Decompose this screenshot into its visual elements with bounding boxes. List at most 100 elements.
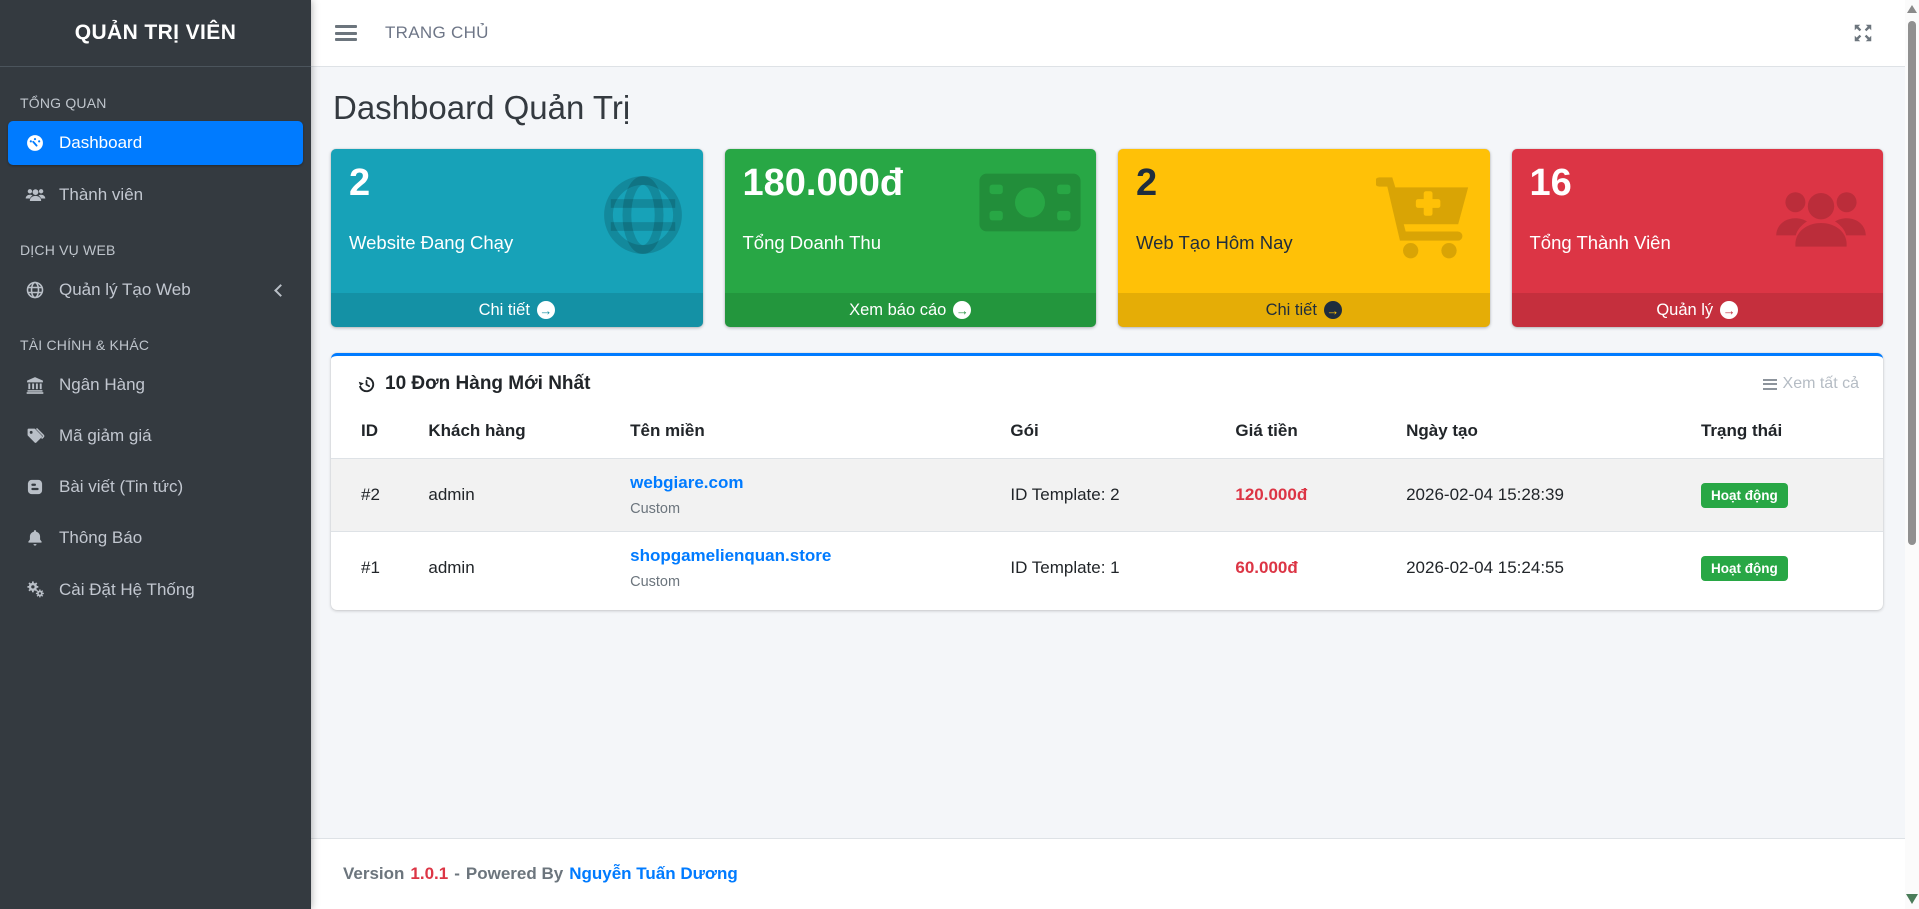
users-icon [1773, 169, 1869, 270]
stat-card-revenue: 180.000đ Tổng Doanh Thu Xem báo cáo → [725, 149, 1097, 327]
domain-link[interactable]: shopgamelienquan.store [630, 546, 831, 565]
stat-card-link[interactable]: Quản lý → [1512, 293, 1884, 327]
sidebar-item-label: Quản lý Tạo Web [59, 280, 191, 300]
sidebar-item-notifications[interactable]: Thông Báo [8, 516, 303, 560]
sidebar-item-label: Mã giảm giá [59, 426, 152, 446]
history-icon [357, 375, 376, 394]
order-customer: admin [416, 532, 618, 605]
col-customer: Khách hàng [416, 407, 618, 459]
view-all-link[interactable]: Xem tất cả [1763, 375, 1859, 393]
orders-panel: 10 Đơn Hàng Mới Nhất Xem tất cả ID K [331, 353, 1883, 610]
col-created: Ngày tạo [1394, 407, 1689, 459]
separator: - [454, 864, 460, 884]
sidebar-item-coupons[interactable]: Mã giảm giá [8, 414, 303, 458]
sidebar-item-dashboard[interactable]: Dashboard [8, 121, 303, 165]
cart-plus-icon [1376, 169, 1476, 266]
stat-link-label: Xem báo cáo [849, 301, 946, 320]
col-status: Trạng thái [1689, 407, 1883, 459]
scroll-up-arrow-icon[interactable] [1907, 5, 1917, 13]
sidebar-item-label: Thành viên [59, 185, 143, 205]
nav-section-overview: TỔNG QUAN [8, 77, 303, 121]
version-number: 1.0.1 [410, 864, 448, 884]
domain-type: Custom [630, 574, 986, 590]
stat-card-link[interactable]: Chi tiết → [1118, 293, 1490, 327]
content-area: Dashboard Quản Trị 2 Website Đang Chạy C… [311, 67, 1919, 838]
table-row: #2 admin webgiare.com Custom ID Template… [331, 459, 1883, 532]
cogs-icon [20, 579, 50, 600]
blog-icon [20, 477, 50, 497]
stat-card-webs-today: 2 Web Tạo Hôm Nay Chi tiết → [1118, 149, 1490, 327]
sidebar-item-manage-web[interactable]: Quản lý Tạo Web [8, 268, 303, 312]
users-icon [20, 184, 50, 205]
orders-panel-header: 10 Đơn Hàng Mới Nhất Xem tất cả [331, 356, 1883, 401]
sidebar-item-label: Ngân Hàng [59, 375, 145, 395]
vertical-scrollbar[interactable] [1905, 0, 1919, 909]
brand-title[interactable]: QUẢN TRỊ VIÊN [0, 0, 311, 67]
col-package: Gói [998, 407, 1223, 459]
stat-link-label: Quản lý [1656, 301, 1713, 320]
scroll-down-arrow-icon[interactable] [1906, 894, 1918, 904]
stat-card-link[interactable]: Chi tiết → [331, 293, 703, 327]
list-icon [1763, 376, 1777, 392]
sidebar-item-bank[interactable]: Ngân Hàng [8, 363, 303, 407]
table-row: #1 admin shopgamelienquan.store Custom I… [331, 532, 1883, 605]
tags-icon [20, 426, 50, 446]
nav-section-finance: TÀI CHÍNH & KHÁC [8, 319, 303, 363]
orders-title: 10 Đơn Hàng Mới Nhất [385, 373, 590, 395]
status-badge: Hoạt động [1701, 556, 1788, 581]
stat-link-label: Chi tiết [479, 301, 530, 320]
order-package: ID Template: 2 [998, 459, 1223, 532]
sidebar-item-members[interactable]: Thành viên [8, 172, 303, 217]
bell-icon [20, 528, 50, 548]
powered-by-label: Powered By [466, 864, 563, 884]
table-header-row: ID Khách hàng Tên miền Gói Giá tiền Ngày… [331, 407, 1883, 459]
arrow-circle-right-icon: → [1324, 301, 1342, 319]
page-title: Dashboard Quản Trị [333, 89, 1883, 127]
chevron-left-icon [274, 284, 287, 297]
navbar-link-home[interactable]: TRANG CHỦ [385, 23, 489, 43]
sidebar-item-label: Thông Báo [59, 528, 142, 548]
top-navbar: TRANG CHỦ [311, 0, 1919, 67]
menu-toggle-icon[interactable] [335, 22, 357, 45]
tachometer-icon [20, 133, 50, 153]
fullscreen-icon[interactable] [1852, 22, 1874, 44]
nav-section-web-services: DỊCH VỤ WEB [8, 224, 303, 268]
arrow-circle-right-icon: → [953, 301, 971, 319]
sidebar-item-posts[interactable]: Bài viết (Tin tức) [8, 465, 303, 509]
arrow-circle-right-icon: → [1720, 301, 1738, 319]
sidebar-item-label: Cài Đặt Hệ Thống [59, 580, 195, 600]
stat-card-members: 16 Tổng Thành Viên Quản lý → [1512, 149, 1884, 327]
sidebar-item-label: Bài viết (Tin tức) [59, 477, 183, 497]
stat-cards-row: 2 Website Đang Chạy Chi tiết → 180.000đ [331, 149, 1883, 327]
stat-card-websites: 2 Website Đang Chạy Chi tiết → [331, 149, 703, 327]
money-bill-icon [978, 169, 1082, 241]
col-id: ID [331, 407, 416, 459]
order-id: #2 [331, 459, 416, 532]
sidebar: QUẢN TRỊ VIÊN TỔNG QUAN Dashboard Thành … [0, 0, 311, 909]
sidebar-item-settings[interactable]: Cài Đặt Hệ Thống [8, 567, 303, 612]
order-id: #1 [331, 532, 416, 605]
domain-type: Custom [630, 501, 986, 517]
arrow-circle-right-icon: → [537, 301, 555, 319]
stat-card-link[interactable]: Xem báo cáo → [725, 293, 1097, 327]
sidebar-nav: TỔNG QUAN Dashboard Thành viên DỊCH VỤ W… [0, 67, 311, 629]
order-price: 60.000đ [1223, 532, 1394, 605]
globe-icon [597, 169, 689, 266]
globe-icon [20, 280, 50, 300]
version-label: Version [343, 864, 404, 884]
order-price: 120.000đ [1223, 459, 1394, 532]
domain-link[interactable]: webgiare.com [630, 473, 743, 492]
order-package: ID Template: 1 [998, 532, 1223, 605]
order-customer: admin [416, 459, 618, 532]
col-domain: Tên miền [618, 407, 998, 459]
orders-table: ID Khách hàng Tên miền Gói Giá tiền Ngày… [331, 407, 1883, 604]
scrollbar-thumb[interactable] [1908, 21, 1916, 545]
stat-link-label: Chi tiết [1266, 301, 1317, 320]
view-all-label: Xem tất cả [1783, 375, 1859, 393]
author-link[interactable]: Nguyễn Tuấn Dương [569, 864, 738, 884]
sidebar-item-label: Dashboard [59, 133, 142, 153]
main-column: TRANG CHỦ Dashboard Quản Trị 2 Website Đ… [311, 0, 1919, 909]
col-price: Giá tiền [1223, 407, 1394, 459]
bank-icon [20, 375, 50, 395]
status-badge: Hoạt động [1701, 483, 1788, 508]
